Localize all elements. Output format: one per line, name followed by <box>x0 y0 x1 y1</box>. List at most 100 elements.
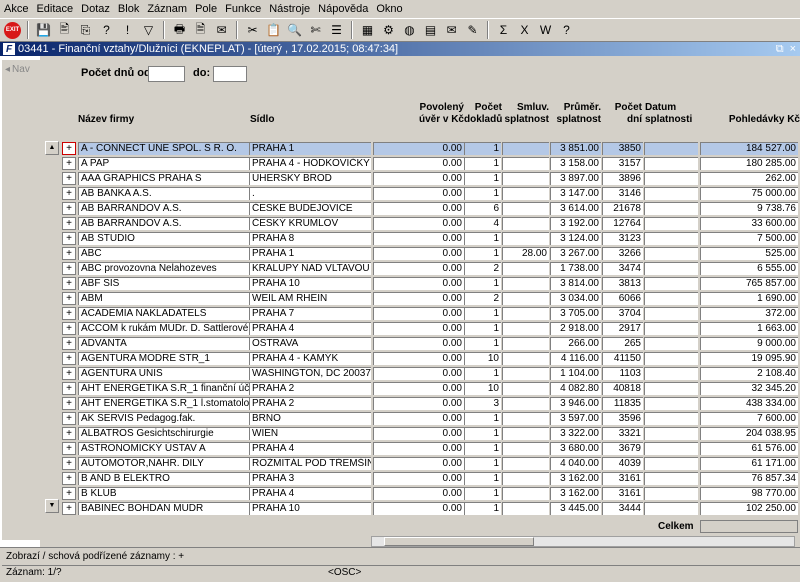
cell-name[interactable]: AHT ENERGETIKA S.R_1 l.stomatologická kl… <box>78 397 249 410</box>
expand-icon[interactable]: + <box>62 427 76 440</box>
cell-sidlo[interactable]: PRAHA 10 <box>249 277 371 290</box>
cell-pohl[interactable]: 438 334.00 <box>700 397 798 410</box>
cell-pov[interactable]: 0.00 <box>373 322 464 335</box>
expand-icon[interactable]: + <box>62 442 76 455</box>
horizontal-scroll-thumb[interactable] <box>384 537 534 546</box>
cell-poc[interactable]: 10 <box>464 352 501 365</box>
cell-pov[interactable]: 0.00 <box>373 427 464 440</box>
expand-icon[interactable]: + <box>62 187 76 200</box>
menu-item-9[interactable]: Okno <box>372 3 406 15</box>
cell-smlu[interactable] <box>502 322 549 335</box>
cell-pdni[interactable]: 1103 <box>602 367 643 380</box>
cell-name[interactable]: ALBATROS Gesichtschirurgie <box>78 427 249 440</box>
expand-icon[interactable]: + <box>62 397 76 410</box>
cell-pov[interactable]: 0.00 <box>373 472 464 485</box>
cell-smlu[interactable] <box>502 157 549 170</box>
cell-smlu[interactable] <box>502 337 549 350</box>
cell-pdni[interactable]: 3813 <box>602 277 643 290</box>
cell-pohl[interactable]: 7 600.00 <box>700 412 798 425</box>
expand-icon[interactable]: + <box>62 232 76 245</box>
table-row[interactable]: + A PAP PRAHA 4 - HODKOVIČKY 0.00 1 3 158.00 3… <box>40 156 800 171</box>
cell-prum[interactable]: 3 162.00 <box>550 487 601 500</box>
cell-sidlo[interactable]: PRAHA 3 <box>249 472 371 485</box>
cell-smlu[interactable] <box>502 442 549 455</box>
cell-pov[interactable]: 0.00 <box>373 457 464 470</box>
cell-prum[interactable]: 1 738.00 <box>550 262 601 275</box>
cell-prum[interactable]: 3 267.00 <box>550 247 601 260</box>
cell-smlu[interactable] <box>502 292 549 305</box>
cell-pohl[interactable]: 76 857.34 <box>700 472 798 485</box>
cell-pov[interactable]: 0.00 <box>373 292 464 305</box>
cell-pohl[interactable]: 6 555.00 <box>700 262 798 275</box>
cell-name[interactable]: ABM <box>78 292 249 305</box>
table-row[interactable]: + AB BANKA A.S.. 0.00 1 3 147.00 3146 75 000.0… <box>40 186 800 201</box>
cell-dat[interactable] <box>644 472 698 485</box>
nav-toggle[interactable]: ◂ Nav <box>5 64 30 75</box>
cell-name[interactable]: AGENTURA MODRE STR_1 <box>78 352 249 365</box>
cell-smlu[interactable] <box>502 142 549 155</box>
cell-name[interactable]: ABF SIS <box>78 277 249 290</box>
cell-pdni[interactable]: 3161 <box>602 472 643 485</box>
cell-poc[interactable]: 1 <box>464 502 501 515</box>
cell-prum[interactable]: 4 040.00 <box>550 457 601 470</box>
cell-dat[interactable] <box>644 187 698 200</box>
cell-sidlo[interactable]: PRAHA 4 <box>249 487 371 500</box>
table-row[interactable]: + ACADEMIA NAKLADATELS PRAHA 7 0.00 1 3 705.0… <box>40 306 800 321</box>
cell-poc[interactable]: 2 <box>464 292 501 305</box>
table-row[interactable]: + A - CONNECT UNE SPOL. S R. O. PRAHA 1 0.0… <box>40 141 800 156</box>
cell-smlu[interactable] <box>502 457 549 470</box>
cell-poc[interactable]: 1 <box>464 157 501 170</box>
cell-pdni[interactable]: 12764 <box>602 217 643 230</box>
table-row[interactable]: +AHT ENERGETIKA S.R_1 finanční účtárnaPR… <box>40 381 800 396</box>
cell-pov[interactable]: 0.00 <box>373 202 464 215</box>
cell-smlu[interactable] <box>502 412 549 425</box>
cell-pohl[interactable]: 9 000.00 <box>700 337 798 350</box>
cell-dat[interactable] <box>644 502 698 515</box>
menu-item-0[interactable]: Akce <box>0 3 32 15</box>
excel-icon[interactable]: X <box>515 21 534 40</box>
cell-pohl[interactable]: 33 600.00 <box>700 217 798 230</box>
cell-smlu[interactable] <box>502 367 549 380</box>
cell-smlu[interactable] <box>502 487 549 500</box>
cell-pohl[interactable]: 98 770.00 <box>700 487 798 500</box>
cell-sidlo[interactable]: WIEN <box>249 427 371 440</box>
cell-dat[interactable] <box>644 382 698 395</box>
cell-dat[interactable] <box>644 337 698 350</box>
cell-poc[interactable]: 1 <box>464 487 501 500</box>
cell-sidlo[interactable]: OSTRAVA <box>249 337 371 350</box>
cell-poc[interactable]: 1 <box>464 322 501 335</box>
cell-dat[interactable] <box>644 487 698 500</box>
cell-prum[interactable]: 3 162.00 <box>550 472 601 485</box>
table-row[interactable]: + AAA GRAPHICS PRAHA S UHERSKY BROD 0.00 1 3 … <box>40 171 800 186</box>
cell-pov[interactable]: 0.00 <box>373 412 464 425</box>
cell-name[interactable]: AB BARRANDOV A.S. <box>78 202 249 215</box>
menu-item-6[interactable]: Funkce <box>221 3 265 15</box>
help-icon[interactable]: ? <box>557 21 576 40</box>
days-to-field[interactable] <box>213 66 247 82</box>
sum-icon[interactable]: Σ <box>494 21 513 40</box>
expand-icon[interactable]: + <box>62 247 76 260</box>
globe-icon[interactable]: ◍ <box>400 21 419 40</box>
cell-pdni[interactable]: 21678 <box>602 202 643 215</box>
cell-prum[interactable]: 3 034.00 <box>550 292 601 305</box>
cell-pdni[interactable]: 4039 <box>602 457 643 470</box>
cell-pdni[interactable]: 3123 <box>602 232 643 245</box>
cell-smlu[interactable] <box>502 277 549 290</box>
cell-poc[interactable]: 1 <box>464 472 501 485</box>
table-row[interactable]: + ABM WEIL AM RHEIN 0.00 2 3 034.00 6066 1 690.… <box>40 291 800 306</box>
cell-pov[interactable]: 0.00 <box>373 262 464 275</box>
nav-panel[interactable]: ◂ Nav <box>2 60 41 540</box>
cell-name[interactable]: ABC provozovna Nelahozeves <box>78 262 249 275</box>
mail-out-icon[interactable]: ✉ <box>442 21 461 40</box>
query-icon[interactable]: ? <box>97 21 116 40</box>
cell-pdni[interactable]: 3679 <box>602 442 643 455</box>
cell-pdni[interactable]: 3596 <box>602 412 643 425</box>
cell-prum[interactable]: 3 897.00 <box>550 172 601 185</box>
cell-prum[interactable]: 3 705.00 <box>550 307 601 320</box>
cell-prum[interactable]: 4 116.00 <box>550 352 601 365</box>
word-icon[interactable]: W <box>536 21 555 40</box>
table-row[interactable]: + AB BARRANDOV A.S. ČESKÝ KRUMLOV 0.00 4 3 19… <box>40 216 800 231</box>
cell-dat[interactable] <box>644 397 698 410</box>
cell-pov[interactable]: 0.00 <box>373 307 464 320</box>
table-row[interactable]: + ASTRONOMICKÝ ÚSTAV A PRAHA 4 0.00 1 3 680.0… <box>40 441 800 456</box>
